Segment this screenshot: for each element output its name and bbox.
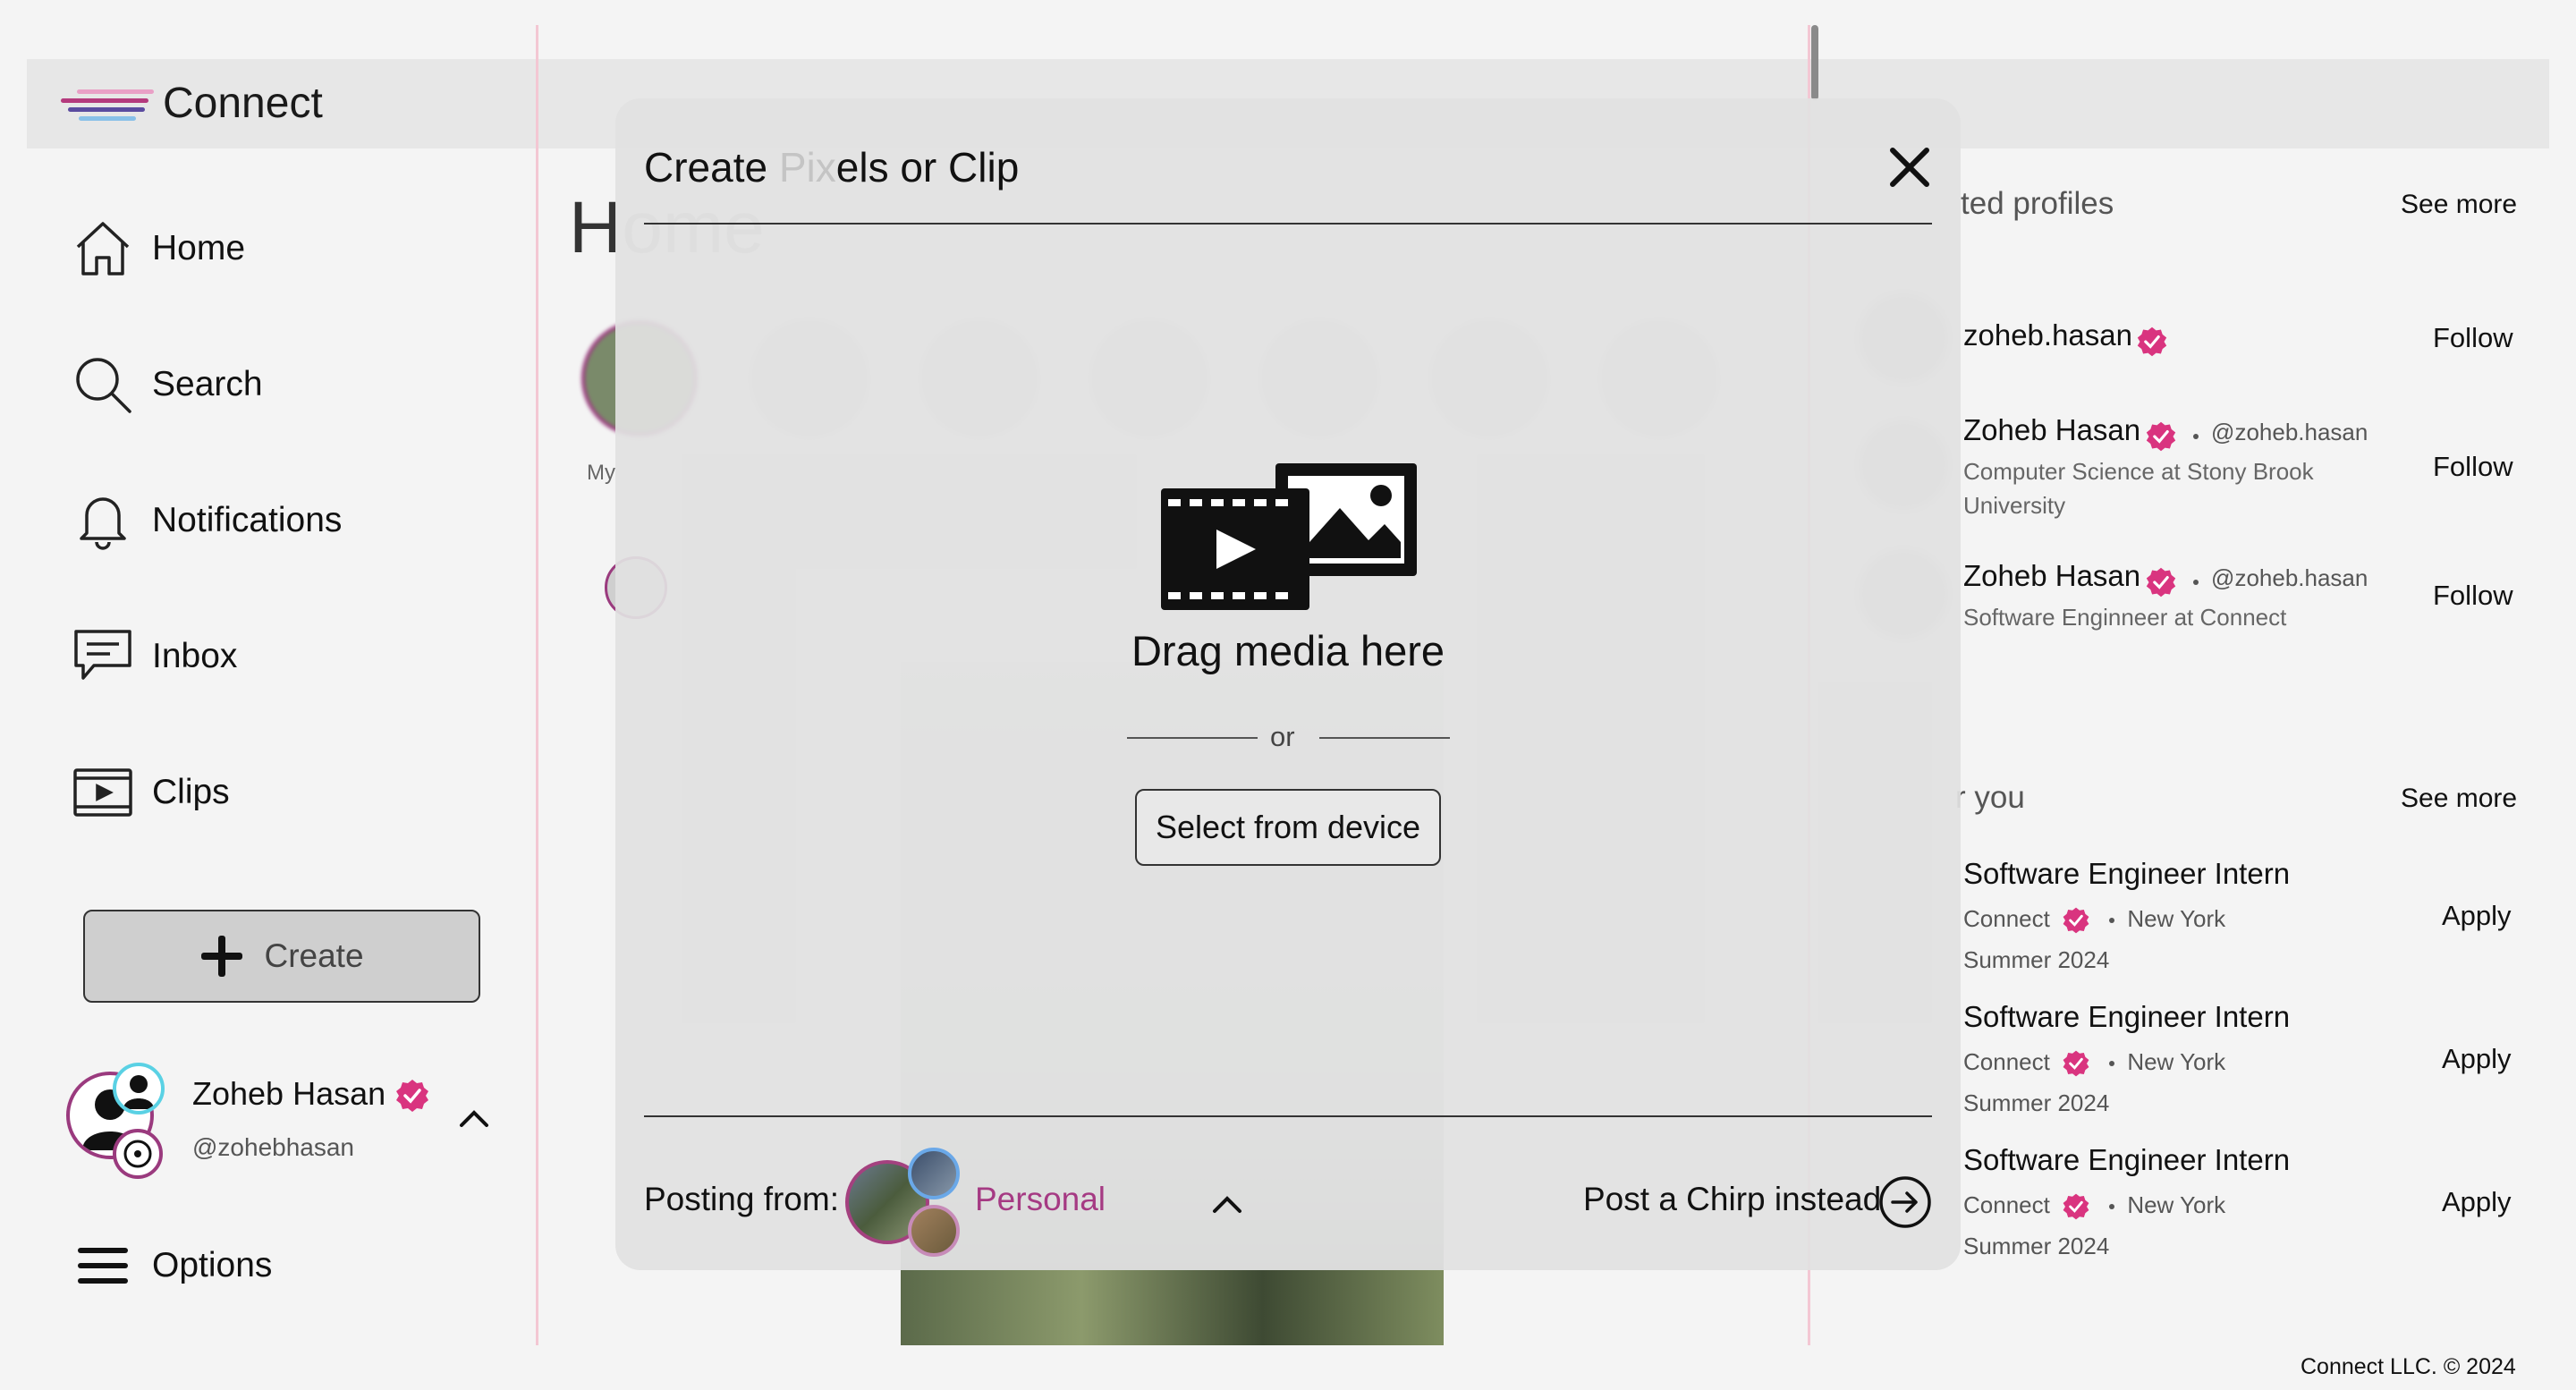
close-icon[interactable] [1885,143,1934,191]
see-more-profiles-link[interactable]: See more [2401,190,2517,220]
follow-button[interactable]: Follow [2433,451,2513,483]
nav-label-notifications: Notifications [152,501,343,539]
jobs-section-title: r you [1955,780,2025,815]
nav-label-clips: Clips [152,773,230,811]
drag-media-text: Drag media here [1131,627,1445,674]
job-company: Connect [1963,905,2050,932]
profile-name[interactable]: Zoheb Hasan [1963,559,2140,592]
nav-item-notifications[interactable]: Notifications [72,485,342,556]
job-company: Connect [1963,1048,2050,1075]
job-location: New York [2127,905,2226,932]
story-label: My [587,461,615,485]
job-term: Summer 2024 [1963,1089,2110,1116]
create-button[interactable]: Create [83,910,480,1003]
verified-badge-icon [2138,326,2167,356]
nav-item-search[interactable]: Search [72,349,263,420]
footer-copyright: Connect LLC. © 2024 [2301,1354,2516,1379]
secondary-avatar [113,1063,165,1115]
divider [1127,737,1258,739]
apply-button[interactable]: Apply [2442,1043,2512,1075]
posting-account-selector[interactable]: Personal [975,1181,1106,1218]
nav-item-inbox[interactable]: Inbox [72,621,237,692]
profile-name: Zoheb Hasan [192,1075,386,1112]
profile-subtitle: Software Enginneer at Connect [1963,604,2287,631]
divider [1319,737,1450,739]
job-location: New York [2127,1048,2226,1075]
profile-handle: @zoheb.hasan [2211,564,2368,591]
secondary-avatar [113,1129,163,1179]
apply-button[interactable]: Apply [2442,1186,2512,1218]
chevron-up-icon[interactable] [456,1100,492,1136]
nav-label-options: Options [152,1246,273,1284]
verified-badge-icon [2063,907,2089,934]
job-title[interactable]: Software Engineer Intern [1963,1143,2290,1177]
app-name[interactable]: Connect [163,77,323,131]
posting-from-label: Posting from: [644,1181,839,1217]
profile-subtitle: University [1963,492,2066,519]
follow-button[interactable]: Follow [2433,322,2513,354]
post-image-bottom [901,1270,1444,1345]
scrollbar-thumb[interactable] [1811,25,1818,100]
nav-item-home[interactable]: Home [72,213,245,284]
select-from-device-button[interactable]: Select from device [1135,789,1441,866]
secondary-avatar [908,1148,960,1199]
nav-label-search: Search [152,365,263,403]
chevron-up-icon[interactable] [1209,1186,1245,1222]
verified-badge-icon [2063,1193,2089,1220]
job-company: Connect [1963,1191,2050,1218]
create-button-label: Create [264,937,364,974]
nav-label-home: Home [152,229,246,267]
create-modal [615,98,1961,1270]
verified-badge-icon [2146,567,2175,597]
follow-button[interactable]: Follow [2433,580,2513,612]
secondary-avatar [908,1205,960,1257]
media-upload-icon [1161,463,1417,610]
inbox-icon [72,625,134,688]
job-location: New York [2127,1191,2226,1218]
modal-title: Create Pixels or Clip [644,144,1020,191]
post-chirp-link[interactable]: Post a Chirp instead [1583,1181,1881,1218]
profile-name[interactable]: Zoheb Hasan [1963,413,2140,446]
left-divider [536,25,538,1345]
verified-badge-icon [2146,421,2175,451]
job-title[interactable]: Software Engineer Intern [1963,1000,2290,1034]
arrow-right-circle-icon[interactable] [1878,1175,1932,1229]
plus-icon [201,936,243,977]
profile-handle: @zoheb.hasan [2211,419,2368,445]
bell-icon [72,489,134,552]
profile-handle: @zohebhasan [192,1133,355,1161]
verified-badge-icon [396,1080,429,1113]
nav-item-clips[interactable]: Clips [72,757,230,828]
job-term: Summer 2024 [1963,946,2110,973]
profile-subtitle: Computer Science at Stony Brook [1963,458,2314,485]
job-title[interactable]: Software Engineer Intern [1963,857,2290,891]
profile-name[interactable]: zoheb.hasan [1963,318,2132,352]
divider [644,223,1932,225]
home-icon [72,217,134,280]
suggested-profiles-title: ted profiles [1961,186,2114,221]
or-separator: or [1270,721,1295,752]
menu-icon [72,1234,134,1297]
clips-icon [72,761,134,824]
nav-label-inbox: Inbox [152,637,238,675]
job-term: Summer 2024 [1963,1233,2110,1259]
verified-badge-icon [2063,1050,2089,1077]
search-icon [72,353,134,416]
apply-button[interactable]: Apply [2442,900,2512,932]
nav-item-options[interactable]: Options [72,1230,272,1301]
see-more-jobs-link[interactable]: See more [2401,784,2517,814]
logo-icon [61,89,154,121]
divider [644,1115,1932,1117]
